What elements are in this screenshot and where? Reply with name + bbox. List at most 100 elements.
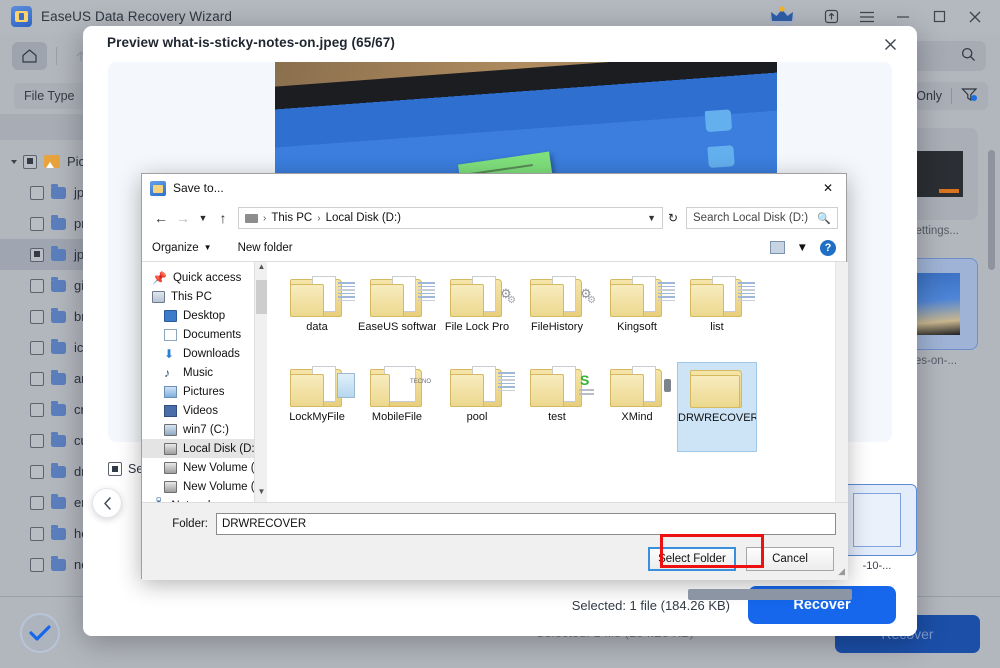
breadcrumb-segment-0[interactable]: This PC xyxy=(271,212,312,224)
file-item[interactable]: EaseUS software xyxy=(357,272,437,362)
chevron-down-icon[interactable] xyxy=(11,159,17,164)
resize-grip[interactable]: ◢ xyxy=(838,566,845,577)
checkmark-circle-icon[interactable] xyxy=(20,613,60,653)
file-item[interactable]: pool xyxy=(437,362,517,452)
previous-image-button[interactable] xyxy=(92,488,122,518)
file-name: FileHistory xyxy=(531,321,583,333)
sidebar-item-this-pc[interactable]: This PC xyxy=(142,287,254,306)
checkbox[interactable] xyxy=(30,495,44,510)
checkbox[interactable] xyxy=(30,464,44,479)
new-folder-label: New folder xyxy=(237,241,293,254)
folder-save-icon xyxy=(150,180,166,196)
file-item-selected[interactable]: DRWRECOVER xyxy=(677,362,757,452)
close-icon[interactable]: ✕ xyxy=(810,174,846,202)
organize-button[interactable]: Organize ▼ xyxy=(152,242,212,254)
file-item[interactable]: ⚙ ⚙ FileHistory xyxy=(517,272,597,362)
file-item[interactable]: Kingsoft xyxy=(597,272,677,362)
file-item[interactable]: data xyxy=(277,272,357,362)
sidebar-label: Desktop xyxy=(183,309,226,322)
funnel-icon[interactable] xyxy=(961,87,978,105)
breadcrumb[interactable]: › This PC › Local Disk (D:) ▼ xyxy=(238,207,663,229)
downloads-icon: ⬇ xyxy=(164,346,175,361)
dialog-search-input[interactable]: Search Local Disk (D:) 🔍 xyxy=(686,207,838,229)
close-button[interactable] xyxy=(958,2,992,32)
sidebar-item-desktop[interactable]: Desktop xyxy=(142,306,254,325)
cancel-button[interactable]: Cancel xyxy=(746,547,834,571)
checkbox[interactable] xyxy=(30,340,44,355)
forward-arrow-icon[interactable]: → xyxy=(172,210,194,226)
recent-locations-chevron-down-icon[interactable]: ▼ xyxy=(194,213,212,223)
sidebar-item-quick-access[interactable]: 📌 Quick access xyxy=(142,268,254,287)
folder-icon xyxy=(51,245,66,261)
chevron-down-icon[interactable]: ▼ xyxy=(797,242,808,254)
checkbox[interactable] xyxy=(30,216,44,231)
back-arrow-icon[interactable]: ← xyxy=(150,210,172,226)
sidebar-item-music[interactable]: ♪ Music xyxy=(142,363,254,382)
this-pc-icon xyxy=(152,290,165,303)
toolbar-divider xyxy=(56,46,57,65)
sidebar-scrollbar[interactable]: ▲ ▼ xyxy=(254,262,267,502)
checkbox[interactable] xyxy=(30,371,44,386)
sidebar-item-downloads[interactable]: ⬇ Downloads xyxy=(142,344,254,363)
file-item[interactable]: S test xyxy=(517,362,597,452)
folder-icon xyxy=(51,338,66,354)
sidebar-item-new-volume-e[interactable]: New Volume (E:) xyxy=(142,458,254,477)
folder-name-input[interactable]: DRWRECOVER xyxy=(216,513,836,535)
sidebar-item-videos[interactable]: Videos xyxy=(142,401,254,420)
refresh-icon[interactable]: ↻ xyxy=(663,211,683,225)
checkbox[interactable] xyxy=(23,154,37,169)
folder-plain-icon xyxy=(690,367,744,409)
breadcrumb-segment-1[interactable]: Local Disk (D:) xyxy=(326,212,401,224)
folder-icon xyxy=(51,183,66,199)
checkbox[interactable] xyxy=(30,402,44,417)
maximize-button[interactable] xyxy=(922,2,956,32)
scrollbar-thumb[interactable] xyxy=(688,589,852,600)
vertical-scrollbar[interactable] xyxy=(988,150,995,270)
file-item[interactable]: list xyxy=(677,272,757,362)
checkbox[interactable] xyxy=(30,309,44,324)
easeus-logo-icon xyxy=(11,6,32,27)
preview-title: Preview what-is-sticky-notes-on.jpeg (65… xyxy=(107,35,395,50)
sidebar-item-new-volume-f[interactable]: New Volume (F:) xyxy=(142,477,254,496)
scrollbar-thumb[interactable] xyxy=(256,280,267,314)
folder-icon xyxy=(51,493,66,509)
home-icon[interactable] xyxy=(12,41,47,70)
select-folder-button[interactable]: Select Folder xyxy=(648,547,736,571)
checkbox[interactable] xyxy=(108,462,122,476)
file-item[interactable]: LockMyFile xyxy=(277,362,357,452)
folder-gear-icon: ⚙ ⚙ xyxy=(530,276,596,318)
file-item[interactable]: XMind xyxy=(597,362,677,452)
sidebar-item-local-disk-d[interactable]: Local Disk (D:) xyxy=(142,439,254,458)
filmstrip-item-1[interactable]: -10-... xyxy=(837,484,917,572)
help-icon[interactable]: ? xyxy=(820,239,836,256)
horizontal-scrollbar[interactable] xyxy=(142,589,852,600)
sidebar-item-documents[interactable]: Documents xyxy=(142,325,254,344)
checkbox[interactable] xyxy=(30,433,44,448)
new-folder-button[interactable]: New folder xyxy=(238,242,293,254)
sidebar-item-pictures[interactable]: Pictures xyxy=(142,382,254,401)
checkbox[interactable] xyxy=(30,185,44,200)
checkbox[interactable] xyxy=(30,557,44,572)
dialog-titlebar: Save to... ✕ xyxy=(142,174,846,202)
preview-header: Preview what-is-sticky-notes-on.jpeg (65… xyxy=(83,26,917,62)
close-icon[interactable] xyxy=(877,32,903,56)
file-grid-scrollbar[interactable] xyxy=(835,262,848,502)
checkbox[interactable] xyxy=(30,278,44,293)
folder-icon xyxy=(51,369,66,385)
sidebar-item-win7-c[interactable]: win7 (C:) xyxy=(142,420,254,439)
sidebar-label: Downloads xyxy=(183,347,240,360)
up-arrow-icon[interactable]: ↑ xyxy=(212,210,234,226)
file-item[interactable]: TECNO MobileFile xyxy=(357,362,437,452)
filter-divider xyxy=(951,88,952,104)
file-name: XMind xyxy=(621,411,653,423)
folder-xmind-icon xyxy=(610,366,671,408)
drive-icon xyxy=(164,442,177,455)
chevron-down-icon[interactable]: ▼ xyxy=(647,213,656,223)
dialog-command-bar: Organize ▼ New folder ▼ ? xyxy=(142,234,846,262)
sidebar-label: Quick access xyxy=(172,271,242,284)
view-layout-icon[interactable] xyxy=(769,241,785,254)
file-item[interactable]: ⚙ ⚙ File Lock Pro xyxy=(437,272,517,362)
folder-tecno-icon: TECNO xyxy=(370,366,431,408)
checkbox[interactable] xyxy=(30,526,44,541)
checkbox[interactable] xyxy=(30,247,44,262)
